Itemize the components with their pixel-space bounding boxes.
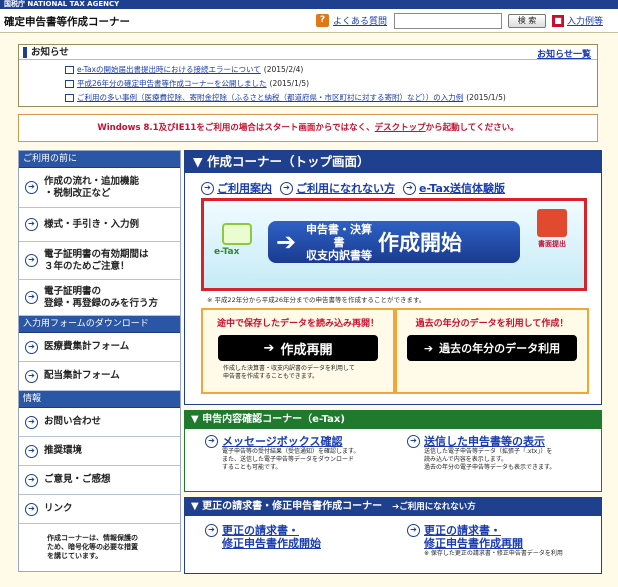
guide-links: ➔ ご利用案内 ➔ ご利用になれない方 ➔ e-Tax送信体験版 (201, 180, 505, 196)
example-link[interactable]: ■ 入力例等 (552, 14, 603, 27)
arrow-right-icon: ➔ (25, 254, 38, 267)
guide-link[interactable]: ➔ ご利用案内 (201, 180, 272, 196)
resume-button[interactable]: ➔ 作成再開 (218, 335, 378, 361)
notice-item[interactable]: ご利用の多い事例（医療費控除、寄附金控除（ふるさと納税（都道府県・市区町村に対す… (65, 92, 506, 103)
faq-link[interactable]: ? よくある質問 (316, 14, 387, 27)
notice-item[interactable]: e-Taxの開始届出書提出時における接続エラーについて (2015/2/4) (65, 64, 303, 75)
header: 確定申告書等作成コーナー ? よくある質問 検 索 ■ 入力例等 (0, 9, 618, 33)
window-icon (65, 93, 74, 102)
arrow-right-icon: ➔ (205, 524, 218, 537)
arrow-right-icon: ➔ (407, 435, 420, 448)
correction-corner: ▼ 更正の請求書・修正申告書作成コーナー ➔ご利用になれない方 ➔ 更正の請求書… (184, 497, 602, 574)
arrow-right-icon: ➔ (25, 340, 38, 354)
sidebar-item-links[interactable]: ➔ リンク (19, 495, 180, 524)
arrow-right-icon: ➔ (205, 435, 218, 448)
confirm-corner: ▼ 申告内容確認コーナー（e-Tax) ➔ メッセージボックス確認 電子申告等の受… (184, 410, 602, 492)
arrow-right-icon: ➔ (201, 181, 214, 195)
sidebar-item-cert-register[interactable]: ➔ 電子証明書の 登録・再登録のみを行う方 (19, 280, 180, 316)
correction-unavailable-link[interactable]: ➔ご利用になれない方 (392, 502, 476, 512)
notice-all-link[interactable]: お知らせ一覧 (537, 47, 591, 60)
start-button[interactable]: ➔ 申告書・決算書 収支内訳書等 作成開始 (268, 221, 520, 263)
notice-box: お知らせ お知らせ一覧 e-Taxの開始届出書提出時における接続エラーについて(… (18, 44, 598, 107)
past-data-button[interactable]: ➔ 過去の年分のデータ利用 (407, 335, 577, 361)
arrow-right-icon: ➔ (25, 218, 38, 231)
sidebar-item-environment[interactable]: ➔ 推奨環境 (19, 437, 180, 466)
sidebar-item-flow[interactable]: ➔ 作成の流れ・追加機能 ・税制改正など (19, 168, 180, 208)
arrow-right-icon: ➔ (25, 415, 38, 429)
arrow-right-icon: ➔ (25, 291, 38, 304)
sidebar-section-title: 入力用フォームのダウンロード (19, 316, 180, 333)
notice-item[interactable]: 平成26年分の確定申告書等作成コーナーを公開しました (2015/1/5) (65, 78, 309, 89)
sidebar-section-title: ご利用の前に (19, 151, 180, 168)
arrow-right-icon: ➔ (25, 473, 38, 487)
paper-submit-icon: 書面提出 (532, 207, 572, 257)
confirm-corner-title: ▼ 申告内容確認コーナー（e-Tax) (185, 411, 601, 429)
banner-note: ※ 平成22年分から平成26年分までの申告書等を作成することができます。 (207, 296, 426, 304)
site-title: 確定申告書等作成コーナー (4, 16, 130, 28)
arrow-right-icon: ➔ (276, 228, 297, 256)
desktop-link[interactable]: デスクトップ (375, 123, 426, 133)
etax-trial-link[interactable]: ➔ e-Tax送信体験版 (403, 180, 505, 196)
search-button[interactable]: 検 索 (508, 14, 546, 28)
arrow-right-icon: ➔ (25, 369, 38, 383)
correction-corner-title: ▼ 更正の請求書・修正申告書作成コーナー ➔ご利用になれない方 (185, 498, 601, 516)
sidebar-item-medical-form[interactable]: ➔ 医療費集計フォーム (19, 333, 180, 362)
arrow-right-icon: ➔ (25, 444, 38, 458)
creation-corner: ▼ 作成コーナー（トップ画面） ➔ ご利用案内 ➔ ご利用になれない方 ➔ e-Tax… (184, 150, 602, 405)
arrow-right-icon: ➔ (423, 341, 434, 355)
sent-docs-link[interactable]: ➔ 送信した申告書等の表示 送信した電子申告等データ（拡張子「.xtx」）を 読み… (407, 435, 555, 472)
arrow-right-icon: ➔ (263, 340, 275, 356)
creation-corner-title: ▼ 作成コーナー（トップ画面） (185, 151, 601, 173)
unavailable-link[interactable]: ➔ ご利用になれない方 (280, 180, 395, 196)
etax-label: e-Tax (214, 247, 240, 257)
arrow-right-icon: ➔ (25, 502, 38, 516)
resume-box[interactable]: 途中で保存したデータを読み込み再開！ ➔ 作成再開 作成した決算書・収支内訳書のデ… (201, 308, 395, 394)
correction-start-link[interactable]: ➔ 更正の請求書・ 修正申告書作成開始 (205, 524, 321, 550)
sidebar-security-note: 作成コーナーは、情報保護の ため、暗号化等の必要な措置 を講じています。 (47, 534, 138, 560)
arrow-right-icon: ➔ (407, 524, 420, 537)
notice-title: お知らせ (23, 47, 69, 58)
window-icon (65, 79, 74, 88)
question-icon: ? (316, 14, 329, 27)
start-banner[interactable]: e-Tax ➔ 申告書・決算書 収支内訳書等 作成開始 書面提出 (201, 198, 587, 291)
book-icon: ■ (552, 14, 564, 27)
agency-bar: 国税庁 NATIONAL TAX AGENCY (0, 0, 618, 9)
windows-warning: Windows 8.1及びIE11をご利用の場合はスタート画面からではなく、デス… (18, 114, 598, 142)
sidebar-section-title: 情報 (19, 391, 180, 408)
sidebar-item-cert-validity[interactable]: ➔ 電子証明書の有効期間は ３年のためご注意！ (19, 242, 180, 280)
arrow-right-icon: ➔ (403, 181, 416, 195)
search-input[interactable] (394, 13, 502, 29)
sidebar: ご利用の前に ➔ 作成の流れ・追加機能 ・税制改正など ➔ 様式・手引き・入力例 ➔… (18, 150, 181, 572)
sidebar-item-feedback[interactable]: ➔ ご意見・ご感想 (19, 466, 180, 495)
window-icon (65, 65, 74, 74)
message-box-link[interactable]: ➔ メッセージボックス確認 電子申告等の受付結果（受信通知）を確認します。 また、… (205, 435, 359, 472)
sidebar-item-dividend-form[interactable]: ➔ 配当集計フォーム (19, 362, 180, 391)
arrow-right-icon: ➔ (280, 181, 293, 195)
correction-resume-link[interactable]: ➔ 更正の請求書・ 修正申告書作成再開 ※ 保存した更正の請求書・修正申告書データ… (407, 524, 563, 558)
sidebar-item-forms[interactable]: ➔ 様式・手引き・入力例 (19, 208, 180, 242)
sidebar-item-contact[interactable]: ➔ お問い合わせ (19, 408, 180, 437)
past-data-box[interactable]: 過去の年分のデータを利用して作成！ ➔ 過去の年分のデータ利用 (395, 308, 589, 394)
arrow-right-icon: ➔ (25, 181, 38, 194)
computer-icon (222, 223, 252, 245)
